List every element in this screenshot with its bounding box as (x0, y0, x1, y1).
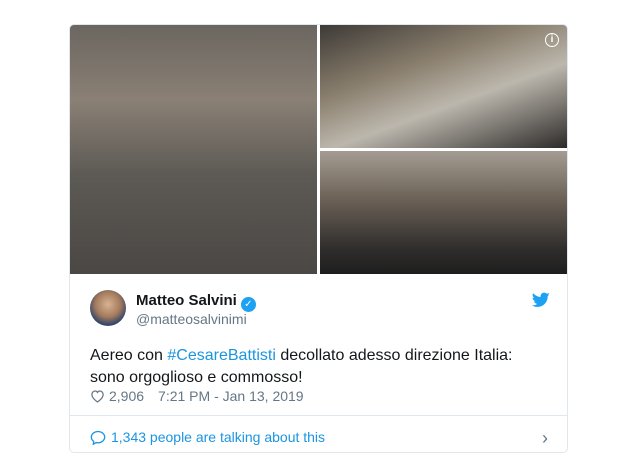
tweet-meta: 2,906 7:21 PM - Jan 13, 2019 (90, 388, 304, 404)
author-name-text[interactable]: Matteo Salvini (136, 292, 237, 309)
tweet-text: Aereo con #CesareBattisti decollato ades… (90, 345, 550, 389)
heart-icon[interactable] (90, 389, 105, 403)
photo-2[interactable] (320, 25, 567, 148)
avatar[interactable] (90, 290, 126, 326)
talking-about-text[interactable]: 1,343 people are talking about this (111, 429, 325, 445)
info-icon[interactable]: i (545, 33, 559, 47)
tweet-header: Matteo Salvini ✓ @matteosalvinimi (90, 290, 550, 330)
author-handle[interactable]: @matteosalvinimi (136, 311, 247, 327)
author-name[interactable]: Matteo Salvini ✓ (136, 292, 256, 312)
photo-3[interactable] (320, 151, 567, 274)
chevron-right-icon[interactable]: › (542, 428, 548, 449)
hashtag-link[interactable]: #CesareBattisti (167, 347, 276, 364)
tweet-text-start: Aereo con (90, 347, 168, 364)
tweet-media-grid: i (70, 25, 567, 274)
timestamp[interactable]: 7:21 PM - Jan 13, 2019 (158, 388, 304, 404)
verified-badge-icon: ✓ (240, 297, 256, 312)
divider (70, 415, 567, 416)
talking-about-link[interactable]: 1,343 people are talking about this › (90, 427, 550, 449)
tweet-card: i Matteo Salvini ✓ @matteosalvinimi Aereo… (69, 24, 568, 453)
twitter-bird-icon[interactable] (532, 292, 550, 308)
like-count[interactable]: 2,906 (109, 388, 144, 404)
photo-1[interactable] (70, 25, 317, 274)
comment-bubble-icon (90, 430, 106, 445)
